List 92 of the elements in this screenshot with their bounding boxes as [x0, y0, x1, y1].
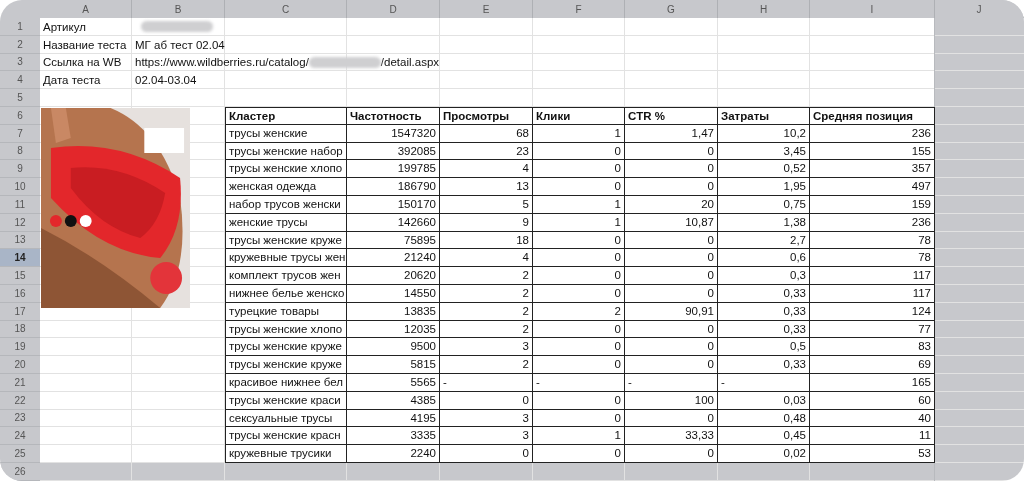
table-cell: 0 [625, 267, 718, 285]
row-header[interactable]: 10 [0, 178, 40, 196]
table-cell: кружевные трусы жен [225, 249, 347, 268]
column-header[interactable]: D [347, 0, 440, 18]
table-cell: трусы женские красн [225, 427, 347, 446]
column-heading: Кластер [225, 107, 347, 125]
row-header[interactable]: 5 [0, 89, 40, 107]
table-cell: 5815 [347, 356, 440, 374]
table-cell: 1,95 [718, 178, 810, 196]
table-cell: 0 [625, 356, 718, 374]
table-cell: комплект трусов жен [225, 267, 347, 285]
table-cell: 21240 [347, 249, 440, 268]
table-cell-text: Артикул [42, 19, 87, 35]
table-cell: трусы женские круже [225, 356, 347, 374]
row-header[interactable]: 24 [0, 427, 40, 446]
table-cell: 0,02 [718, 445, 810, 463]
column-heading: Частотность [347, 107, 440, 125]
column-heading: Просмотры [440, 107, 533, 125]
table-cell: 0 [625, 445, 718, 463]
table-cell: 0 [533, 356, 625, 374]
table-cell: 33,33 [625, 427, 718, 446]
table-cell: 1 [533, 427, 625, 446]
table-cell-text: Ссылка на WB [42, 55, 123, 71]
redacted-blur [141, 21, 213, 33]
table-cell: 3 [440, 338, 533, 357]
column-header[interactable]: E [440, 0, 533, 18]
cell-text: МГ аб тест 02.04 [135, 38, 225, 51]
table-cell: 0 [533, 445, 625, 463]
table-cell: 0 [533, 267, 625, 285]
row-header[interactable]: 19 [0, 338, 40, 357]
table-cell: 2240 [347, 445, 440, 463]
row-header[interactable]: 20 [0, 356, 40, 374]
table-cell: 9500 [347, 338, 440, 357]
table-cell: 53 [810, 445, 935, 463]
cell-text: https://www.wildberries.ru/catalog/ [135, 56, 309, 69]
table-cell: 0,3 [718, 267, 810, 285]
table-cell: 0 [625, 160, 718, 179]
column-header[interactable]: C [225, 0, 347, 18]
table-cell: 2 [440, 356, 533, 374]
table-cell: трусы женские круже [225, 338, 347, 357]
table-cell: 13 [440, 178, 533, 196]
column-header[interactable]: B [132, 0, 225, 18]
table-cell: 0 [625, 338, 718, 357]
row-header[interactable]: 15 [0, 267, 40, 285]
table-cell: 0 [625, 178, 718, 196]
table-cell: 3 [440, 427, 533, 446]
table-cell: 4 [440, 160, 533, 179]
table-cell: 0,5 [718, 338, 810, 357]
table-cell: 357 [810, 160, 935, 179]
column-header[interactable]: A [40, 0, 132, 18]
table-cell: 0 [440, 445, 533, 463]
table-cell: 0,52 [718, 160, 810, 179]
table-cell: 69 [810, 356, 935, 374]
table-cell: 0 [533, 160, 625, 179]
cell-text: 02.04-03.04 [135, 74, 197, 87]
table-cell: 0 [533, 178, 625, 196]
row-header[interactable]: 14 [0, 249, 40, 268]
column-heading: CTR % [625, 107, 718, 125]
column-heading: Средняя позиция [810, 107, 935, 125]
row-header[interactable]: 1 [0, 18, 40, 36]
table-cell: 11 [810, 427, 935, 446]
table-cell: 186790 [347, 178, 440, 196]
column-header[interactable]: G [625, 0, 718, 18]
table-cell-text: Дата теста [42, 73, 102, 89]
table-cell-text: Название теста [42, 37, 128, 53]
table-cell: 0,45 [718, 427, 810, 446]
table-cell: трусы женские хлопо [225, 160, 347, 179]
table-cell: 0 [533, 249, 625, 268]
table-cell: 83 [810, 338, 935, 357]
table-cell: 497 [810, 178, 935, 196]
table-cell: 0,33 [718, 356, 810, 374]
table-cell: 20620 [347, 267, 440, 285]
column-header[interactable]: F [533, 0, 625, 18]
table-cell: 0 [625, 249, 718, 268]
table-cell: 0,6 [718, 249, 810, 268]
table-cell: 3335 [347, 427, 440, 446]
row-header[interactable]: 25 [0, 445, 40, 463]
table-cell: 78 [810, 249, 935, 268]
table-cell: 4 [440, 249, 533, 268]
row-header[interactable]: 9 [0, 160, 40, 179]
table-cell: 0 [533, 338, 625, 357]
column-header[interactable]: H [718, 0, 810, 18]
column-header[interactable]: I [810, 0, 935, 18]
table-cell: кружевные трусики [225, 445, 347, 463]
column-heading: Клики [533, 107, 625, 125]
table-cell: 2 [440, 267, 533, 285]
cell-text: /detail.aspx [380, 56, 440, 69]
row-header[interactable]: 4 [0, 71, 40, 90]
table-cell: женская одежда [225, 178, 347, 196]
table-cell: 199785 [347, 160, 440, 179]
column-heading: Затраты [718, 107, 810, 125]
table-cell: 117 [810, 267, 935, 285]
